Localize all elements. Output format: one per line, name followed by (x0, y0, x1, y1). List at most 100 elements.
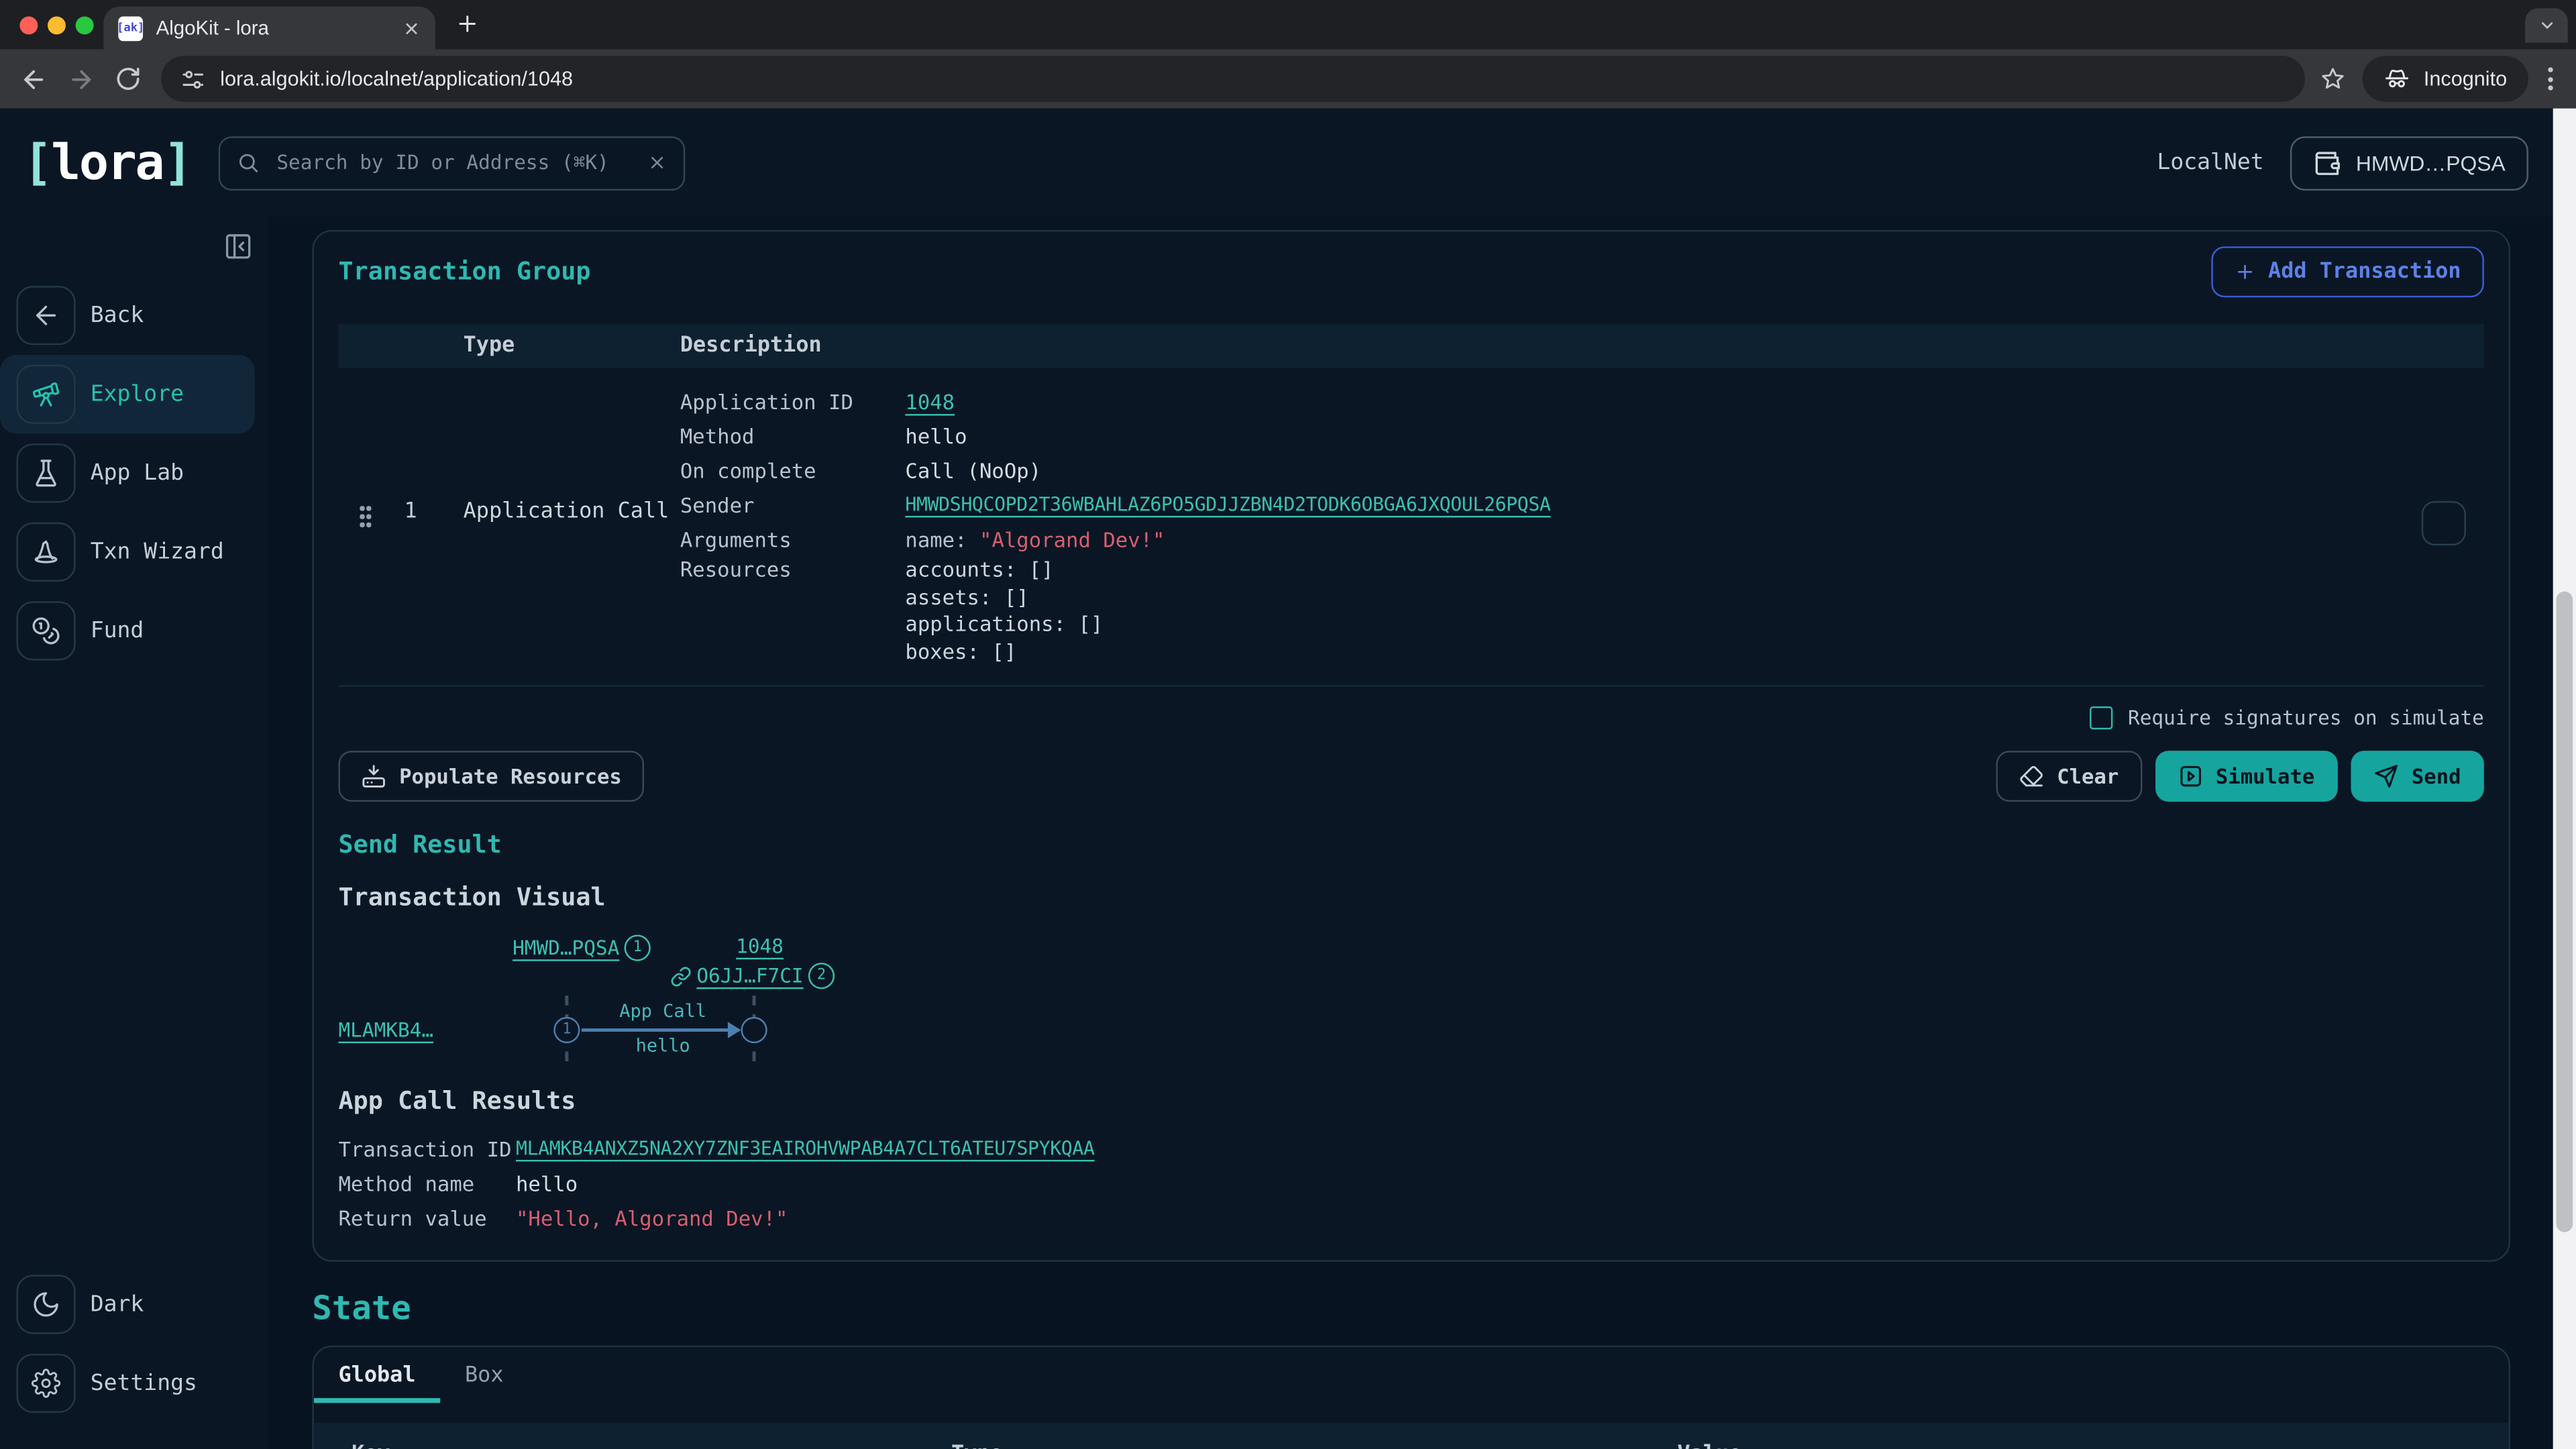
diagram-node-from: 1 (553, 1017, 580, 1043)
sidebar-item-fund[interactable]: Fund (0, 592, 255, 671)
tab-box[interactable]: Box (440, 1347, 528, 1403)
address-bar[interactable]: lora.algokit.io/localnet/application/104… (161, 56, 2306, 102)
url-text: lora.algokit.io/localnet/application/104… (220, 67, 573, 90)
telescope-icon (16, 365, 75, 424)
transaction-id-link[interactable]: MLAMKB4ANXZ5NA2XY7ZNF3EAIROHVWPAB4A7CLT6… (516, 1132, 1095, 1166)
search-icon (237, 151, 260, 174)
clear-button[interactable]: Clear (1996, 751, 2142, 802)
sidebar-item-theme-toggle[interactable]: Dark (0, 1265, 255, 1344)
column-header-key: Key (352, 1442, 951, 1449)
site-info-icon[interactable] (180, 66, 205, 91)
browser-tab-strip: [ak] AlgoKit - lora (0, 0, 2576, 49)
action-buttons-row: Populate Resources Clear Simulate (338, 751, 2483, 802)
state-title: State (312, 1288, 411, 1328)
sender-address-link[interactable]: HMWDSHQCOPD2T36WBAHLAZ6PO5GDJJZBN4D2TODK… (905, 488, 1550, 522)
sidebar-item-label: Explore (91, 381, 184, 407)
send-button[interactable]: Send (2351, 751, 2484, 802)
page-scrollbar[interactable] (2553, 109, 2576, 1449)
bookmark-star-icon[interactable] (2320, 66, 2347, 92)
detail-row: On complete Call (NoOp) (680, 453, 2385, 488)
table-row: 1 Application Call Application ID 1048 M… (338, 368, 2483, 687)
sidebar-item-app-lab[interactable]: App Lab (0, 434, 255, 513)
reload-button[interactable] (115, 66, 141, 92)
diagram-group: O6JJ…F7CI 2 (670, 963, 835, 989)
sidebar-item-back[interactable]: Back (0, 276, 255, 355)
gear-icon (16, 1354, 75, 1413)
coins-icon (16, 601, 75, 660)
detail-row: Application ID 1048 (680, 384, 2385, 419)
add-transaction-button[interactable]: Add Transaction (2210, 246, 2484, 297)
panel-collapse-icon (223, 231, 253, 261)
transaction-short-link[interactable]: MLAMKB4… (338, 1018, 433, 1041)
detail-row: Resources accounts: [] assets: [] applic… (680, 557, 2385, 665)
transaction-visual-diagram: HMWD…PQSA 1 1048 O6JJ…F7CI 2 MLAMKB4… (338, 928, 2483, 1068)
sidebar-item-explore[interactable]: Explore (0, 355, 255, 434)
sidebar-item-label: Txn Wizard (91, 539, 224, 565)
tab-close-icon[interactable] (402, 19, 421, 37)
column-header-description: Description (680, 333, 822, 358)
plus-icon (2234, 260, 2255, 282)
populate-resources-button[interactable]: Populate Resources (338, 751, 645, 802)
result-row: Return value "Hello, Algorand Dev!" (338, 1201, 2483, 1235)
transaction-group-title: Transaction Group (338, 256, 590, 286)
call-method-label: hello (585, 1035, 741, 1057)
group-short-link[interactable]: O6JJ…F7CI (696, 965, 803, 987)
drag-handle-icon[interactable] (360, 506, 373, 531)
return-value-string: "Hello, Algorand Dev!" (516, 1201, 788, 1235)
wallet-icon (2313, 149, 2341, 177)
traffic-light-close[interactable] (19, 16, 38, 34)
simulate-button[interactable]: Simulate (2155, 751, 2337, 802)
require-signatures-checkbox[interactable] (2090, 706, 2113, 729)
play-square-icon (2178, 764, 2203, 789)
chain-link-icon (670, 965, 692, 987)
main-content: Transaction Group Add Transaction Type D… (268, 217, 2576, 1449)
browser-tab[interactable]: [ak] AlgoKit - lora (103, 7, 435, 50)
transaction-visual-title: Transaction Visual (338, 882, 2483, 912)
detail-row: Arguments name: "Algorand Dev!" (680, 523, 2385, 557)
traffic-light-zoom[interactable] (76, 16, 94, 34)
wizard-hat-icon (16, 523, 75, 582)
row-menu-button[interactable] (2422, 501, 2466, 545)
tab-favicon: [ak] (118, 15, 143, 40)
scrollbar-thumb[interactable] (2557, 592, 2573, 1232)
sidebar: Back Explore App Lab Txn Wizard Fund (0, 217, 268, 1449)
network-label: LocalNet (2157, 150, 2263, 176)
incognito-label: Incognito (2424, 67, 2507, 90)
app-call-results: Transaction ID MLAMKB4ANXZ5NA2XY7ZNF3EAI… (338, 1132, 2483, 1235)
sidebar-item-label: Back (91, 303, 144, 329)
back-button[interactable] (19, 65, 48, 93)
browser-menu-icon[interactable] (2548, 67, 2553, 90)
traffic-light-minimize[interactable] (48, 16, 66, 34)
search-bar[interactable] (219, 136, 686, 190)
download-tray-icon (362, 764, 386, 789)
resources-list: accounts: [] assets: [] applications: []… (905, 557, 1103, 665)
table-header-row: Type Description (338, 323, 2483, 368)
state-tabs: Global Box (314, 1347, 2509, 1403)
sidebar-collapse-button[interactable] (0, 217, 268, 276)
search-clear-icon[interactable] (648, 153, 667, 172)
require-signatures-label: Require signatures on simulate (2128, 706, 2484, 729)
column-header-type: Type (464, 333, 680, 358)
app-header: [lora] LocalNet HMWD…PQSA (0, 109, 2576, 217)
sender-short-link[interactable]: HMWD…PQSA (513, 936, 619, 959)
detail-row: Sender HMWDSHQCOPD2T36WBAHLAZ6PO5GDJJZBN… (680, 488, 2385, 522)
row-description: Application ID 1048 Method hello On comp… (680, 384, 2385, 665)
argument-string-value: "Algorand Dev!" (979, 527, 1165, 552)
lora-logo[interactable]: [lora] (23, 134, 191, 192)
sidebar-item-settings[interactable]: Settings (0, 1344, 255, 1423)
new-tab-button[interactable] (455, 11, 480, 36)
send-plane-icon (2374, 764, 2399, 789)
wallet-button[interactable]: HMWD…PQSA (2290, 136, 2528, 190)
application-id-link[interactable]: 1048 (905, 384, 955, 419)
row-type: Application Call (464, 499, 669, 524)
tab-search-button[interactable] (2525, 8, 2568, 42)
forward-button[interactable] (67, 65, 95, 93)
require-signatures-row: Require signatures on simulate (338, 706, 2483, 729)
tab-global[interactable]: Global (314, 1347, 440, 1403)
sidebar-item-txn-wizard[interactable]: Txn Wizard (0, 513, 255, 592)
search-input[interactable] (273, 150, 635, 176)
browser-toolbar: lora.algokit.io/localnet/application/104… (0, 49, 2576, 108)
application-id-short-link[interactable]: 1048 (736, 934, 784, 957)
diagram-transaction: MLAMKB4… (338, 1018, 433, 1041)
wallet-label: HMWD…PQSA (2356, 150, 2506, 175)
